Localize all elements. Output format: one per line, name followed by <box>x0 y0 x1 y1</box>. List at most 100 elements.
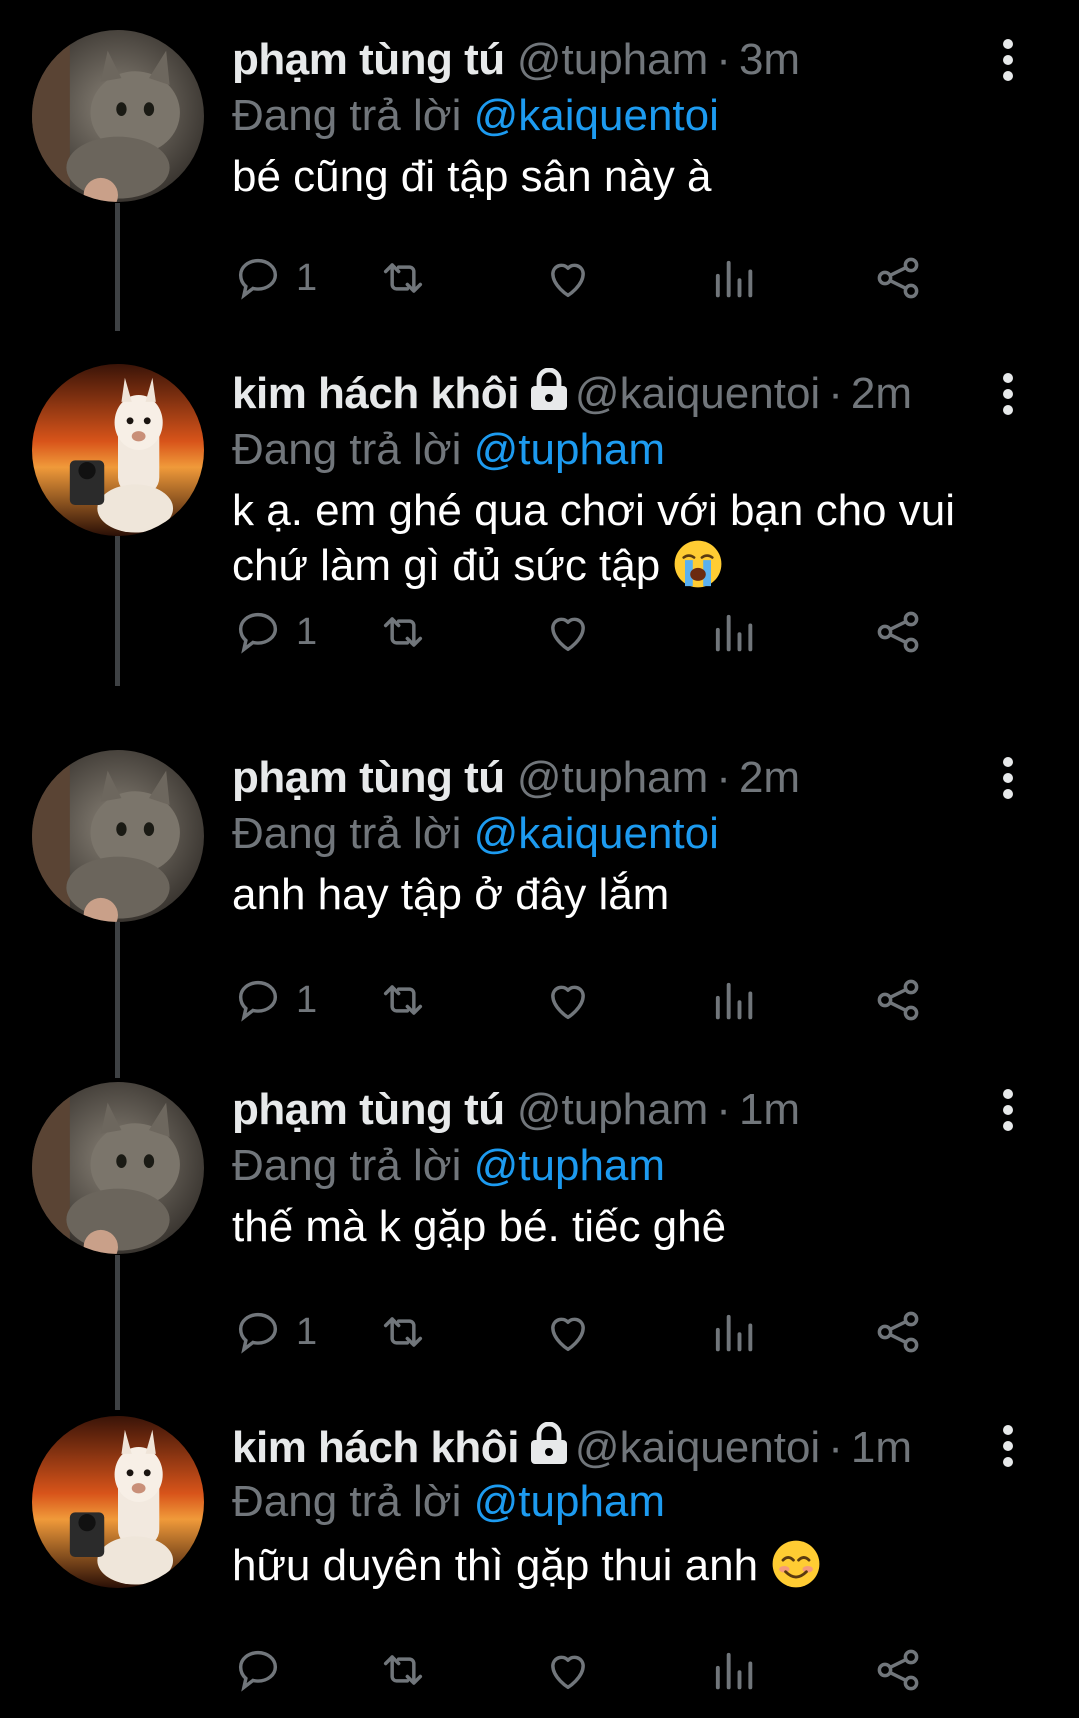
bar-chart-icon <box>715 982 753 1020</box>
timestamp[interactable]: 2m <box>851 369 912 418</box>
replying-to: Đang trả lời @tupham <box>232 420 665 480</box>
share-icon <box>877 257 919 299</box>
share-button[interactable] <box>872 602 924 662</box>
tweet-text-body: thế mà k gặp bé. tiếc ghê <box>232 1202 727 1251</box>
separator: · <box>716 1085 731 1134</box>
tweet-header: phạm tùng tú @tupham · 3m <box>232 30 969 90</box>
like-button[interactable] <box>542 602 594 662</box>
tweet-header: phạm tùng tú @tupham · 2m <box>232 748 969 808</box>
author-name[interactable]: kim hách khôi <box>232 369 519 418</box>
reply-button[interactable]: 1 <box>232 1302 317 1362</box>
retweet-button[interactable] <box>377 1640 429 1700</box>
replying-to-mention[interactable]: @kaiquentoi <box>474 809 719 858</box>
crying-face-emoji <box>675 540 722 588</box>
tweet-text-body: hữu duyên thì gặp thui anh <box>232 1541 759 1590</box>
retweet-button[interactable] <box>377 602 429 662</box>
views-button[interactable] <box>707 248 759 308</box>
timestamp[interactable]: 2m <box>739 753 800 802</box>
like-button[interactable] <box>542 1640 594 1700</box>
avatar[interactable] <box>32 1416 204 1588</box>
replying-to: Đang trả lời @kaiquentoi <box>232 804 719 864</box>
timestamp[interactable]: 1m <box>739 1085 800 1134</box>
reply-count: 1 <box>296 610 318 653</box>
timestamp[interactable]: 1m <box>851 1423 912 1472</box>
avatar[interactable] <box>32 364 204 536</box>
reply-icon <box>238 1312 278 1354</box>
replying-to: Đang trả lời @tupham <box>232 1136 665 1196</box>
reply-count: 1 <box>296 256 318 299</box>
avatar[interactable] <box>32 30 204 202</box>
tweet[interactable]: phạm tùng tú @tupham · 1m Đang trả lời @tu… <box>0 1052 1079 1386</box>
tweet[interactable]: kim hách khôi @kaiquentoi · 1m Đang trả lời… <box>0 1384 1079 1718</box>
tweet-header: phạm tùng tú @tupham · 1m <box>232 1080 969 1140</box>
reply-icon <box>238 980 278 1022</box>
author-name[interactable]: phạm tùng tú <box>232 35 505 84</box>
replying-to-mention[interactable]: @tupham <box>474 1141 665 1190</box>
avatar[interactable] <box>32 1082 204 1254</box>
author-handle[interactable]: @tupham <box>517 753 708 802</box>
retweet-icon <box>383 985 423 1015</box>
tweet-actions: 1 <box>232 602 1012 662</box>
replying-to-label: Đang trả lời <box>232 425 462 474</box>
retweet-button[interactable] <box>377 970 429 1030</box>
replying-to-mention[interactable]: @kaiquentoi <box>474 91 719 140</box>
tweet-text: hữu duyên thì gặp thui anh <box>232 1538 1012 1593</box>
more-options-icon[interactable] <box>1001 38 1015 82</box>
share-button[interactable] <box>872 970 924 1030</box>
author-name[interactable]: phạm tùng tú <box>232 753 505 802</box>
views-button[interactable] <box>707 1640 759 1700</box>
tweet-header: kim hách khôi @kaiquentoi · 1m <box>232 1418 969 1478</box>
tweet-actions: 1 <box>232 970 1012 1030</box>
author-handle[interactable]: @tupham <box>517 35 708 84</box>
reply-button[interactable]: 1 <box>232 248 317 308</box>
replying-to: Đang trả lời @tupham <box>232 1472 665 1532</box>
like-button[interactable] <box>542 970 594 1030</box>
heart-icon <box>551 617 585 652</box>
bar-chart-icon <box>715 1652 753 1690</box>
lock-icon <box>530 1422 567 1464</box>
more-options-icon[interactable] <box>1001 1088 1015 1132</box>
share-button[interactable] <box>872 248 924 308</box>
retweet-button[interactable] <box>377 248 429 308</box>
reply-icon <box>238 1650 278 1692</box>
reply-button[interactable] <box>232 1640 296 1700</box>
share-button[interactable] <box>872 1640 924 1700</box>
author-handle[interactable]: @kaiquentoi <box>575 1423 820 1472</box>
tweet[interactable]: phạm tùng tú @tupham · 3m Đang trả lời @ka… <box>0 0 1079 334</box>
heart-icon <box>551 1317 585 1352</box>
more-options-icon[interactable] <box>1001 372 1015 416</box>
more-options-icon[interactable] <box>1001 1424 1015 1468</box>
tweet-text: anh hay tập ở đây lắm <box>232 868 1012 922</box>
author-handle[interactable]: @kaiquentoi <box>575 369 820 418</box>
tweet[interactable]: phạm tùng tú @tupham · 2m Đang trả lời @ka… <box>0 720 1079 1054</box>
author-handle[interactable]: @tupham <box>517 1085 708 1134</box>
tweet-text: thế mà k gặp bé. tiếc ghê <box>232 1200 1012 1254</box>
like-button[interactable] <box>542 1302 594 1362</box>
views-button[interactable] <box>707 970 759 1030</box>
reply-button[interactable]: 1 <box>232 602 317 662</box>
author-name[interactable]: kim hách khôi <box>232 1423 519 1472</box>
reply-button[interactable]: 1 <box>232 970 317 1030</box>
heart-icon <box>551 263 585 298</box>
views-button[interactable] <box>707 1302 759 1362</box>
more-options-icon[interactable] <box>1001 756 1015 800</box>
replying-to-label: Đang trả lời <box>232 1141 462 1190</box>
views-button[interactable] <box>707 602 759 662</box>
avatar[interactable] <box>32 750 204 922</box>
separator: · <box>828 1423 843 1472</box>
replying-to-mention[interactable]: @tupham <box>474 425 665 474</box>
like-button[interactable] <box>542 248 594 308</box>
replying-to-label: Đang trả lời <box>232 809 462 858</box>
reply-thread: phạm tùng tú @tupham · 3m Đang trả lời @ka… <box>0 0 1079 1702</box>
smiling-face-emoji <box>772 1540 820 1588</box>
reply-count: 1 <box>296 1310 318 1353</box>
bar-chart-icon <box>715 1314 753 1352</box>
author-name[interactable]: phạm tùng tú <box>232 1085 505 1134</box>
timestamp[interactable]: 3m <box>739 35 800 84</box>
retweet-button[interactable] <box>377 1302 429 1362</box>
share-icon <box>877 979 919 1021</box>
share-button[interactable] <box>872 1302 924 1362</box>
replying-to-label: Đang trả lời <box>232 1477 462 1526</box>
tweet[interactable]: kim hách khôi @kaiquentoi · 2m Đang trả lời… <box>0 334 1079 668</box>
replying-to-mention[interactable]: @tupham <box>474 1477 665 1526</box>
